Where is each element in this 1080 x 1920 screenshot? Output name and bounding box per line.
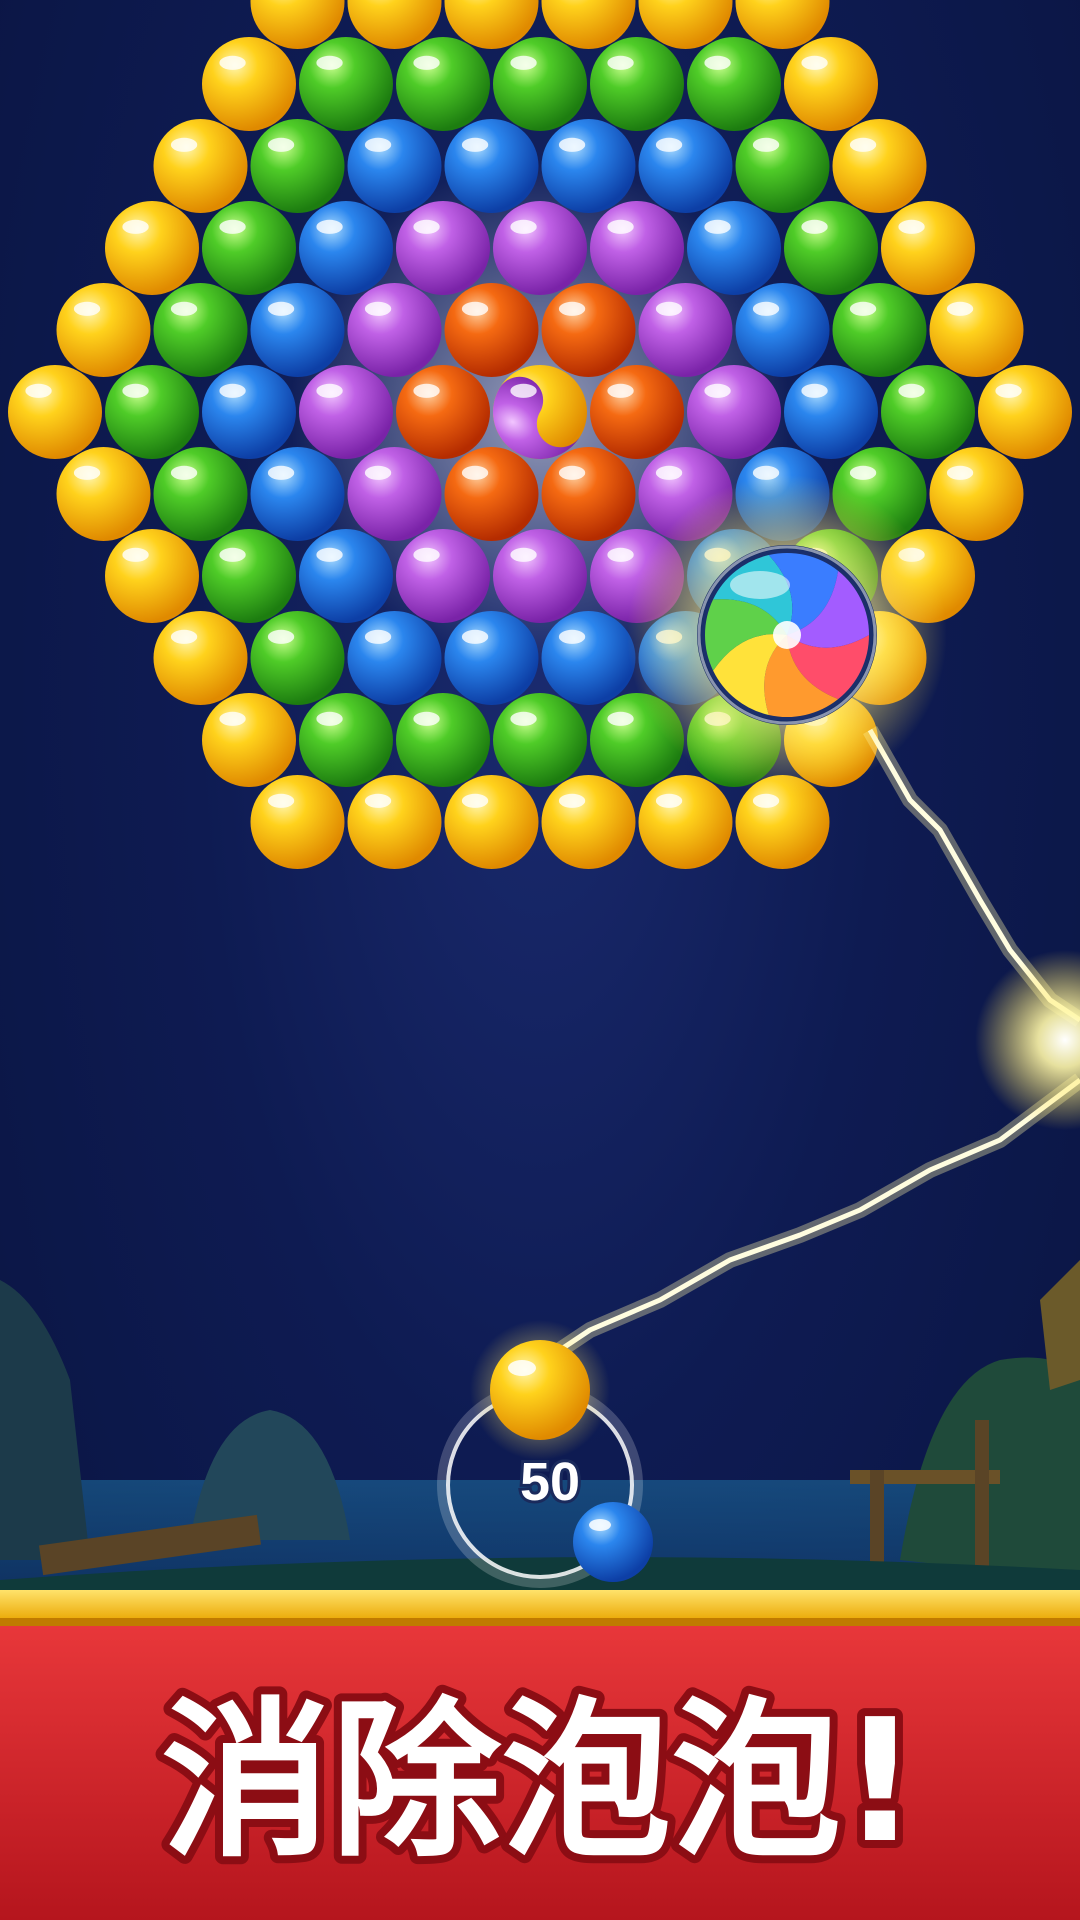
- green-bubble: [493, 693, 587, 787]
- bubble-board[interactable]: [8, 0, 1072, 869]
- yellow-bubble: [56, 447, 151, 541]
- blue-bubble: [541, 611, 636, 705]
- blue-bubble: [299, 201, 393, 295]
- blue-bubble: [250, 447, 345, 541]
- yellow-bubble: [153, 119, 248, 213]
- blue-bubble: [784, 365, 878, 459]
- yellow-bubble: [8, 365, 102, 459]
- yellow-bubble: [105, 529, 199, 623]
- green-bubble: [396, 693, 490, 787]
- green-bubble: [735, 119, 830, 213]
- blue-bubble: [444, 611, 539, 705]
- green-bubble: [250, 119, 345, 213]
- yellow-bubble: [250, 775, 345, 869]
- purple-bubble: [687, 365, 781, 459]
- yellow-bubble: [541, 775, 636, 869]
- green-bubble: [784, 201, 878, 295]
- purple-bubble: [396, 201, 490, 295]
- yellow-bubble: [881, 201, 975, 295]
- green-bubble: [202, 201, 296, 295]
- blue-bubble: [541, 119, 636, 213]
- banner-title: 消除泡泡!: [161, 1683, 919, 1881]
- blue-bubble: [299, 529, 393, 623]
- yellow-bubble: [929, 447, 1024, 541]
- orange-bubble: [541, 447, 636, 541]
- yellow-bubble: [56, 283, 151, 377]
- current-ball[interactable]: [490, 1340, 590, 1440]
- green-bubble: [105, 365, 199, 459]
- green-bubble: [832, 283, 927, 377]
- green-bubble: [250, 611, 345, 705]
- yellow-bubble: [832, 119, 927, 213]
- game-stage[interactable]: 50 消除泡泡!: [0, 0, 1080, 1920]
- purple-bubble: [590, 201, 684, 295]
- yellow-bubble: [929, 283, 1024, 377]
- orange-bubble: [444, 283, 539, 377]
- orange-bubble: [444, 447, 539, 541]
- blue-bubble: [202, 365, 296, 459]
- purple-bubble: [347, 447, 442, 541]
- rainbow-swirl-bubble[interactable]: [627, 475, 947, 795]
- blue-bubble: [347, 611, 442, 705]
- green-bubble: [881, 365, 975, 459]
- purple-bubble: [347, 283, 442, 377]
- title-banner: 消除泡泡!: [0, 1590, 1080, 1920]
- purple-bubble: [493, 201, 587, 295]
- orange-bubble: [396, 365, 490, 459]
- yellow-bubble: [153, 611, 248, 705]
- purple-bubble: [638, 283, 733, 377]
- blue-bubble: [250, 283, 345, 377]
- green-bubble: [687, 37, 781, 131]
- blue-bubble: [638, 119, 733, 213]
- green-bubble: [153, 447, 248, 541]
- yellow-bubble: [784, 37, 878, 131]
- green-bubble: [590, 37, 684, 131]
- green-bubble: [493, 37, 587, 131]
- yellow-bubble: [638, 775, 733, 869]
- purple-bubble: [299, 365, 393, 459]
- yellow-bubble: [347, 775, 442, 869]
- purple-bubble: [493, 529, 587, 623]
- next-ball[interactable]: [573, 1502, 653, 1582]
- green-bubble: [202, 529, 296, 623]
- yellow-bubble: [202, 37, 296, 131]
- yellow-bubble: [202, 693, 296, 787]
- yellow-bubble: [105, 201, 199, 295]
- blue-bubble: [347, 119, 442, 213]
- yellow-bubble: [978, 365, 1072, 459]
- blue-bubble: [735, 283, 830, 377]
- purple-bubble: [396, 529, 490, 623]
- green-bubble: [153, 283, 248, 377]
- green-bubble: [299, 37, 393, 131]
- blue-bubble: [687, 201, 781, 295]
- orange-bubble: [590, 365, 684, 459]
- orange-bubble: [541, 283, 636, 377]
- yellow-bubble: [444, 775, 539, 869]
- green-bubble: [299, 693, 393, 787]
- shots-remaining-count: 50: [520, 1452, 580, 1512]
- green-bubble: [396, 37, 490, 131]
- blue-bubble: [444, 119, 539, 213]
